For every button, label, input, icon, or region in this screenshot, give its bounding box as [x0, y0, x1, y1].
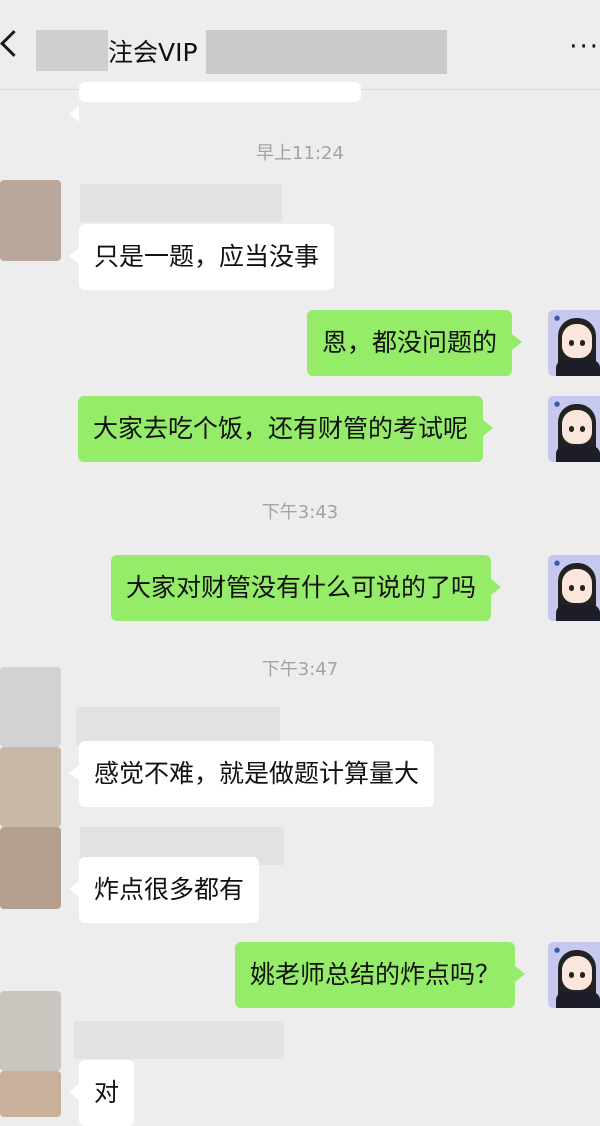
- avatar[interactable]: ●: [548, 396, 600, 462]
- avatar[interactable]: [0, 747, 61, 827]
- timestamp: 下午3:43: [261, 502, 339, 523]
- avatar[interactable]: [0, 991, 61, 1071]
- message-received[interactable]: 感觉不难，就是做题计算量大: [68, 741, 435, 807]
- timestamp: 下午3:47: [261, 659, 339, 680]
- avatar[interactable]: [0, 180, 61, 261]
- avatar[interactable]: ●: [548, 555, 600, 621]
- sender-name-blurred: [74, 1021, 284, 1059]
- logo-icon: ●: [554, 314, 561, 322]
- avatar[interactable]: [0, 667, 61, 747]
- back-icon[interactable]: [0, 30, 27, 57]
- sender-name-blurred: [80, 184, 282, 222]
- message-received[interactable]: 炸点很多都有: [68, 857, 260, 923]
- chat-title: 注会VIP: [108, 38, 198, 67]
- message-received[interactable]: 对: [68, 1060, 135, 1126]
- message-sent[interactable]: 姚老师总结的炸点吗？: [235, 942, 526, 1008]
- timestamp: 早上11:24: [256, 143, 344, 164]
- message-sent[interactable]: 大家去吃个饭，还有财管的考试呢: [78, 396, 494, 462]
- message-sent[interactable]: 大家对财管没有什么可说的了吗: [111, 555, 502, 621]
- avatar[interactable]: ●: [548, 310, 600, 376]
- logo-icon: ●: [554, 400, 561, 408]
- avatar[interactable]: ●: [548, 942, 600, 1008]
- avatar[interactable]: [0, 1071, 61, 1117]
- avatar[interactable]: [0, 827, 61, 909]
- message-sent[interactable]: 恩，都没问题的: [307, 310, 523, 376]
- blurred-title-right: [206, 30, 447, 74]
- chat-header: 注会VIP ···: [0, 0, 600, 90]
- more-icon[interactable]: ···: [569, 32, 600, 62]
- partial-message: [69, 82, 361, 122]
- message-received[interactable]: 只是一题，应当没事: [68, 224, 335, 290]
- sender-name-blurred: [76, 707, 280, 745]
- logo-icon: ●: [554, 946, 561, 954]
- blurred-title-left: [36, 30, 108, 71]
- logo-icon: ●: [554, 559, 561, 567]
